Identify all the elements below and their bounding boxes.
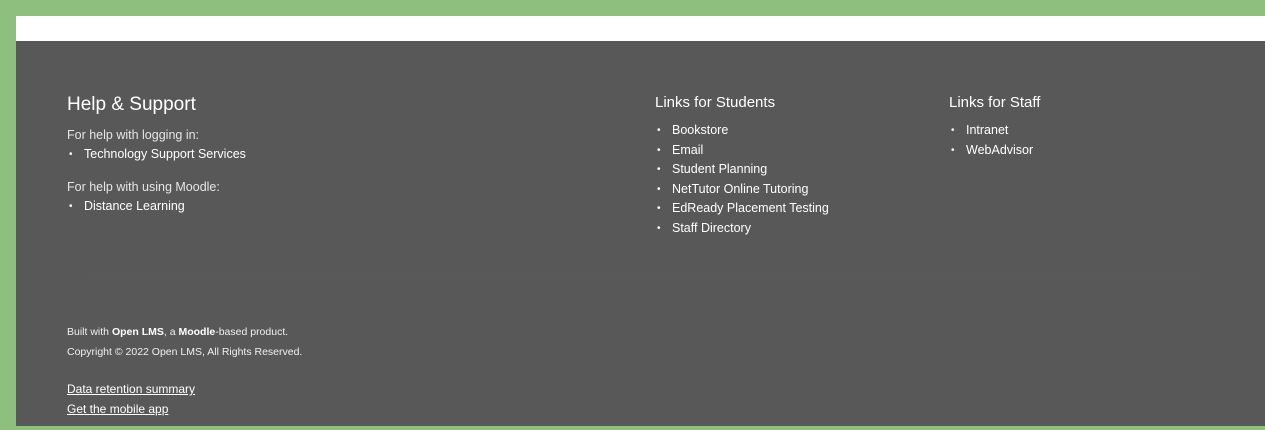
bullet-icon: • — [951, 125, 955, 136]
built-mid: , a — [163, 326, 179, 338]
student-planning-link[interactable]: Student Planning — [672, 162, 767, 176]
technology-support-link[interactable]: Technology Support Services — [84, 147, 246, 161]
intranet-link[interactable]: Intranet — [966, 123, 1008, 137]
distance-learning-link[interactable]: Distance Learning — [84, 199, 185, 213]
bullet-icon: • — [69, 200, 73, 212]
staff-links-title: Links for Staff — [949, 94, 1041, 111]
student-links-title: Links for Students — [655, 94, 776, 111]
bookstore-link[interactable]: Bookstore — [672, 123, 728, 137]
built-with-line: Built with Open LMS, a Moodle-based prod… — [67, 322, 302, 342]
data-retention-link[interactable]: Data retention summary — [67, 379, 195, 399]
bullet-icon: • — [657, 183, 661, 195]
list-item: • Bookstore — [655, 121, 925, 141]
moodle-help-text: For help with using Moodle: — [67, 179, 220, 194]
mobile-app-link[interactable]: Get the mobile app — [67, 399, 195, 419]
page-footer: Help & Support For help with logging in:… — [16, 41, 1265, 426]
list-item: • Staff Directory — [655, 219, 925, 239]
bullet-icon: • — [657, 222, 661, 234]
list-item: • Technology Support Services — [67, 145, 587, 165]
staff-directory-link[interactable]: Staff Directory — [672, 221, 751, 235]
student-links-section: Links for Students • Bookstore • Email • St… — [655, 93, 925, 238]
open-lms-brand: Open LMS — [111, 326, 164, 338]
list-item: • Email — [655, 141, 925, 161]
credits: Built with Open LMS, a Moodle-based prod… — [67, 322, 302, 362]
list-item: • Distance Learning — [67, 197, 587, 217]
bullet-icon: • — [657, 125, 661, 136]
login-help-text: For help with logging in: — [67, 128, 200, 142]
nettutor-link[interactable]: NetTutor Online Tutoring — [672, 182, 808, 196]
content-area-bottom — [16, 16, 1265, 41]
bullet-icon: • — [657, 164, 661, 175]
bullet-icon: • — [657, 203, 661, 214]
student-links-list: • Bookstore • Email • Student Planning • Net… — [655, 121, 925, 238]
footer-divider — [88, 277, 1200, 278]
bullet-icon: • — [69, 149, 73, 160]
email-link[interactable]: Email — [672, 143, 703, 157]
edready-link[interactable]: EdReady Placement Testing — [672, 201, 829, 215]
footer-bottom-links: Data retention summary Get the mobile ap… — [67, 379, 195, 419]
list-item: • EdReady Placement Testing — [655, 199, 925, 219]
list-item: • Intranet — [949, 121, 1219, 141]
bullet-icon: • — [951, 144, 955, 156]
moodle-brand: Moodle — [178, 326, 216, 338]
webadvisor-link[interactable]: WebAdvisor — [966, 143, 1033, 157]
help-support-title: Help & Support — [67, 94, 196, 115]
bullet-icon: • — [657, 144, 661, 156]
moodle-help-list: • Distance Learning — [67, 197, 587, 217]
list-item: • WebAdvisor — [949, 141, 1219, 161]
staff-links-section: Links for Staff • Intranet • WebAdvisor — [949, 93, 1219, 160]
list-item: • Student Planning — [655, 160, 925, 180]
help-support-section: Help & Support For help with logging in:… — [67, 93, 587, 216]
list-item: • NetTutor Online Tutoring — [655, 180, 925, 200]
staff-links-list: • Intranet • WebAdvisor — [949, 121, 1219, 160]
copyright-text: Copyright © 2022 Open LMS, All Rights Re… — [67, 346, 303, 358]
built-suffix: -based product. — [215, 326, 289, 338]
login-help-list: • Technology Support Services — [67, 145, 587, 165]
built-prefix: Built with — [67, 326, 112, 338]
